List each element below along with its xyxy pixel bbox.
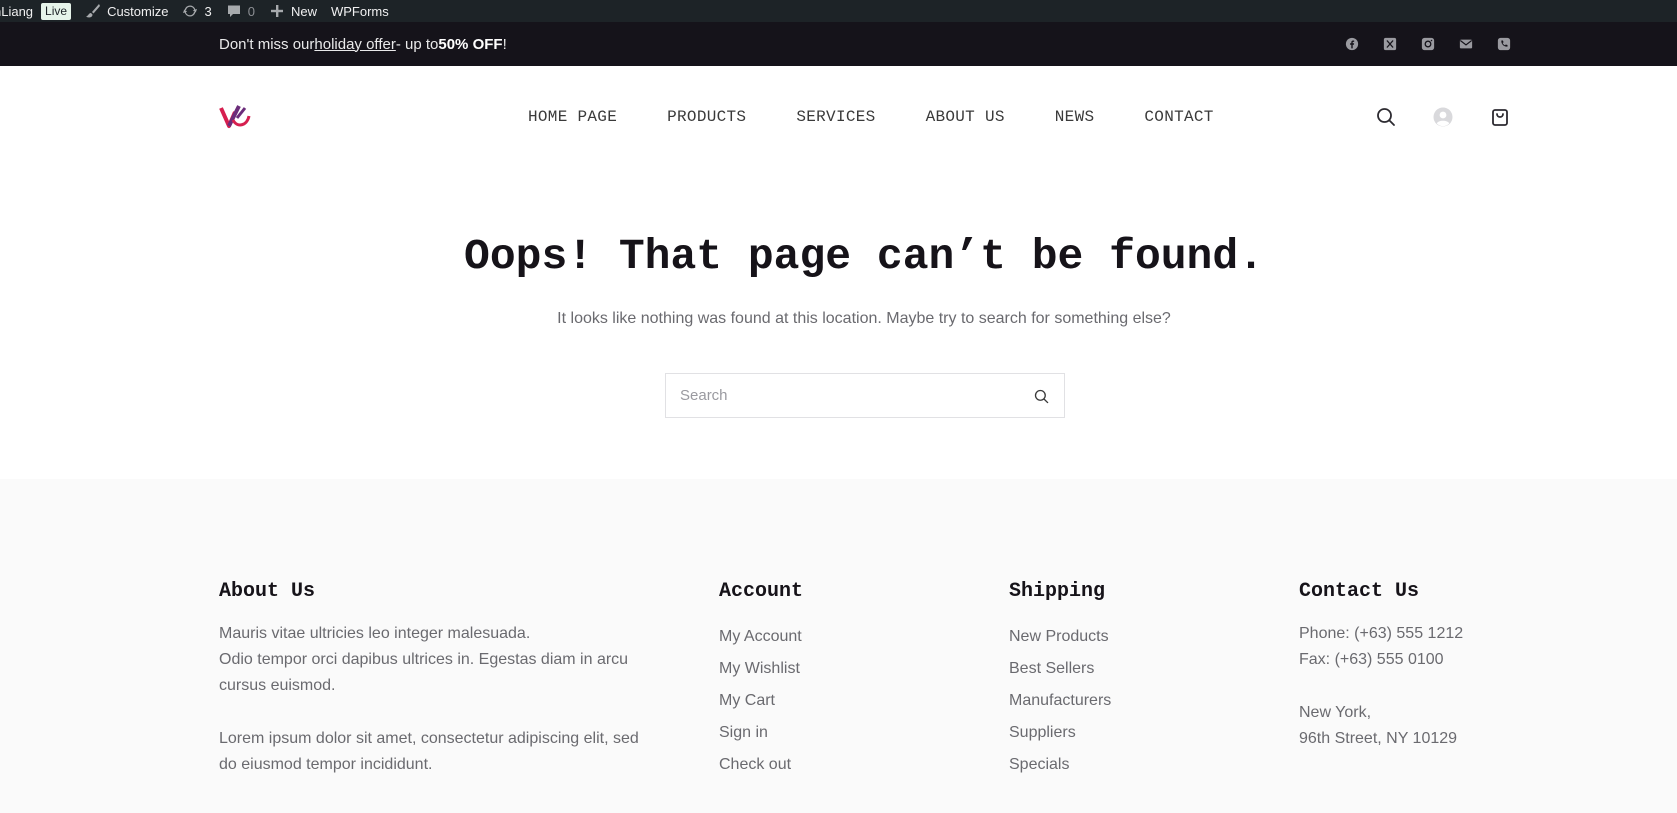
footer-contact: Contact Us Phone: (+63) 555 1212 Fax: (+… bbox=[1299, 580, 1539, 752]
admin-customize[interactable]: Customize bbox=[78, 0, 175, 22]
social-links bbox=[1342, 22, 1514, 66]
nav-news[interactable]: NEWS bbox=[1030, 108, 1120, 126]
footer-contact-phone: Phone: (+63) 555 1212 bbox=[1299, 625, 1464, 642]
header-actions bbox=[1374, 66, 1512, 168]
updates-count: 3 bbox=[204, 3, 212, 19]
footer-about-para1: Mauris vitae ultricies leo integer males… bbox=[219, 625, 531, 642]
search-form bbox=[665, 373, 1065, 418]
promo-message: Don't miss our holiday offer - up to 50%… bbox=[219, 22, 507, 66]
footer-shipping: Shipping New Products Best Sellers Manuf… bbox=[1009, 580, 1209, 781]
comment-bubble-icon bbox=[226, 3, 242, 19]
nav-products[interactable]: PRODUCTS bbox=[642, 108, 771, 126]
search-submit-icon[interactable] bbox=[1032, 387, 1050, 405]
admin-wpforms-label: WPForms bbox=[330, 3, 389, 19]
footer-account-heading: Account bbox=[719, 580, 804, 603]
admin-new[interactable]: New bbox=[262, 0, 324, 22]
nav-about-us[interactable]: ABOUT US bbox=[901, 108, 1030, 126]
footer-link-manufacturers[interactable]: Manufacturers bbox=[1009, 685, 1209, 717]
live-badge: Live bbox=[41, 2, 72, 20]
page-subtitle: It looks like nothing was found at this … bbox=[557, 310, 1171, 327]
admin-new-label: New bbox=[290, 3, 317, 19]
footer-contact-heading: Contact Us bbox=[1299, 580, 1420, 603]
promo-discount: 50% OFF bbox=[438, 35, 503, 53]
wp-admin-bar: nLiang Live Customize 3 0 New WPForms bbox=[0, 0, 1677, 22]
footer-about-heading: About Us bbox=[219, 580, 316, 603]
footer-link-my-account[interactable]: My Account bbox=[719, 621, 919, 653]
paintbrush-icon bbox=[85, 3, 101, 19]
admin-site-name[interactable]: nLiang Live bbox=[0, 0, 78, 22]
site-logo-icon[interactable] bbox=[219, 102, 251, 132]
updates-icon bbox=[182, 3, 198, 19]
page-title: Oops! That page can’t be found. bbox=[464, 232, 1264, 281]
footer-link-sign-in[interactable]: Sign in bbox=[719, 717, 919, 749]
footer-account: Account My Account My Wishlist My Cart S… bbox=[719, 580, 919, 781]
footer-contact-street: 96th Street, NY 10129 bbox=[1299, 730, 1458, 747]
x-twitter-icon[interactable] bbox=[1380, 34, 1400, 54]
footer-link-best-sellers[interactable]: Best Sellers bbox=[1009, 653, 1209, 685]
footer-about-para3: Lorem ipsum dolor sit amet, consectetur … bbox=[219, 730, 639, 773]
promo-bar: Don't miss our holiday offer - up to 50%… bbox=[0, 22, 1677, 66]
footer-shipping-heading: Shipping bbox=[1009, 580, 1106, 603]
footer-link-new-products[interactable]: New Products bbox=[1009, 621, 1209, 653]
site-footer: About Us Mauris vitae ultricies leo inte… bbox=[0, 479, 1677, 813]
comments-count: 0 bbox=[247, 3, 255, 19]
nav-contact[interactable]: CONTACT bbox=[1119, 108, 1238, 126]
site-header: HOME PAGE PRODUCTS SERVICES ABOUT US NEW… bbox=[0, 66, 1677, 168]
footer-contact-fax: Fax: (+63) 555 0100 bbox=[1299, 651, 1444, 668]
holiday-offer-link[interactable]: holiday offer bbox=[314, 36, 395, 53]
footer-link-specials[interactable]: Specials bbox=[1009, 749, 1209, 781]
admin-wpforms[interactable]: WPForms bbox=[324, 0, 396, 22]
plus-icon bbox=[269, 3, 285, 19]
footer-link-my-wishlist[interactable]: My Wishlist bbox=[719, 653, 919, 685]
nav-home-page[interactable]: HOME PAGE bbox=[503, 108, 642, 126]
promo-suffix: ! bbox=[502, 35, 507, 53]
footer-link-suppliers[interactable]: Suppliers bbox=[1009, 717, 1209, 749]
phone-icon[interactable] bbox=[1494, 34, 1514, 54]
search-input[interactable] bbox=[680, 374, 1010, 417]
admin-updates[interactable]: 3 bbox=[175, 0, 218, 22]
footer-link-check-out[interactable]: Check out bbox=[719, 749, 919, 781]
cart-bag-icon[interactable] bbox=[1488, 105, 1512, 129]
promo-prefix: Don't miss our bbox=[219, 35, 315, 53]
footer-contact-city: New York, bbox=[1299, 704, 1372, 721]
nav-services[interactable]: SERVICES bbox=[771, 108, 900, 126]
facebook-icon[interactable] bbox=[1342, 34, 1362, 54]
footer-about-para2: Odio tempor orci dapibus ultrices in. Eg… bbox=[219, 651, 629, 694]
admin-comments[interactable]: 0 bbox=[219, 0, 262, 22]
admin-customize-label: Customize bbox=[107, 3, 169, 19]
admin-site-name-label: nLiang bbox=[0, 3, 34, 19]
promo-middle: - up to bbox=[395, 35, 439, 53]
search-icon[interactable] bbox=[1374, 105, 1398, 129]
instagram-icon[interactable] bbox=[1418, 34, 1438, 54]
footer-link-my-cart[interactable]: My Cart bbox=[719, 685, 919, 717]
footer-about: About Us Mauris vitae ultricies leo inte… bbox=[219, 580, 649, 778]
email-icon[interactable] bbox=[1456, 34, 1476, 54]
main-nav: HOME PAGE PRODUCTS SERVICES ABOUT US NEW… bbox=[503, 66, 1239, 168]
user-avatar-icon[interactable] bbox=[1431, 105, 1455, 129]
